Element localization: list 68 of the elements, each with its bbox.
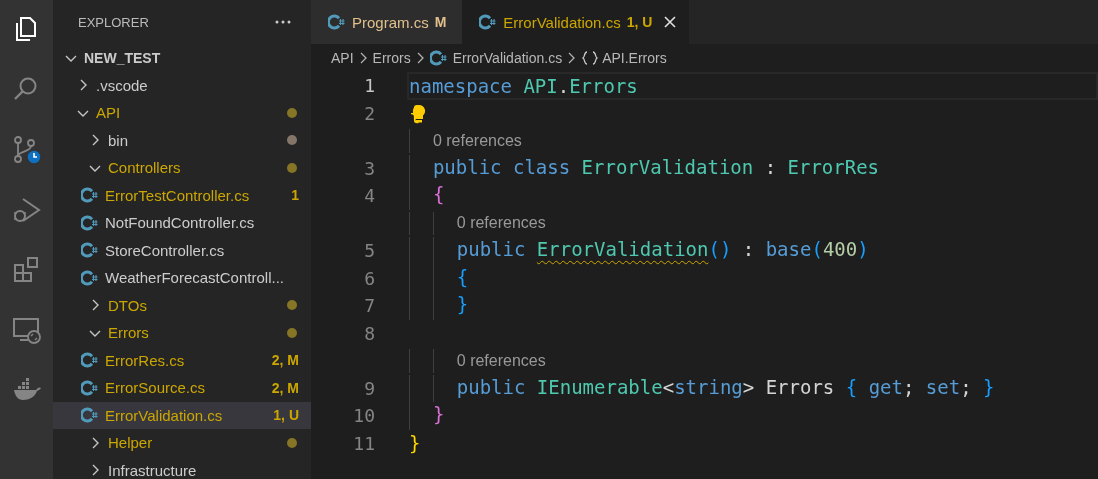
tree-item[interactable]: Helper bbox=[53, 429, 311, 457]
file-icon bbox=[81, 352, 98, 369]
line-number: 6 bbox=[363, 266, 375, 291]
editor-tab[interactable]: Program.cs M bbox=[311, 0, 463, 44]
tree-item[interactable]: ErrorTestController.cs 1 bbox=[53, 181, 311, 209]
file-icon bbox=[81, 269, 98, 286]
line-number: 2 bbox=[363, 101, 375, 126]
debug-icon[interactable] bbox=[11, 195, 42, 225]
status-label: 1 bbox=[291, 187, 299, 204]
tree-item[interactable]: .vscode bbox=[53, 71, 311, 99]
status-label: 2, M bbox=[271, 352, 299, 369]
line-number: 4 bbox=[363, 184, 375, 208]
tree-item[interactable]: StoreController.cs bbox=[53, 236, 311, 264]
tree-item[interactable]: ErrorRes.cs 2, M bbox=[53, 346, 311, 374]
line-number: 5 bbox=[363, 239, 375, 263]
file-icon bbox=[81, 407, 98, 424]
code-line: { bbox=[409, 182, 445, 210]
code-line: { bbox=[409, 264, 469, 292]
reference-count-link[interactable]: 0 references bbox=[432, 131, 522, 150]
code-line: } bbox=[409, 432, 421, 455]
tree-item[interactable]: NotFoundController.cs bbox=[53, 209, 311, 237]
tree-item[interactable]: ErrorSource.cs 2, M bbox=[53, 374, 311, 402]
code-line: public class ErrorValidation : ErrorRes bbox=[409, 154, 880, 182]
status-label: 1, U bbox=[273, 407, 299, 424]
tree-item[interactable]: API bbox=[53, 99, 311, 127]
breadcrumb-item[interactable]: ErrorValidation.cs bbox=[429, 50, 563, 66]
file-icon bbox=[81, 187, 98, 204]
file-icon bbox=[81, 214, 98, 231]
file-icon bbox=[81, 379, 98, 396]
line-number: 10 bbox=[352, 404, 375, 428]
status-label: 2, M bbox=[271, 379, 299, 396]
remote-explorer-icon[interactable] bbox=[11, 315, 42, 345]
source-control-icon[interactable] bbox=[11, 135, 42, 165]
tree-item[interactable]: bin bbox=[53, 126, 311, 154]
line-number: 9 bbox=[363, 376, 375, 401]
editor-tab[interactable]: ErrorValidation.cs 1, U bbox=[462, 0, 690, 44]
breadcrumb-item[interactable]: API bbox=[331, 50, 354, 66]
tree-item[interactable]: Controllers bbox=[53, 154, 311, 182]
code-line: namespace API.Errors bbox=[409, 74, 638, 97]
tree-item[interactable]: DTOs bbox=[53, 291, 311, 319]
braces-icon bbox=[581, 50, 600, 66]
breadcrumb-item[interactable]: Errors bbox=[372, 50, 411, 66]
line-number: 11 bbox=[352, 431, 375, 456]
line-number: 1 bbox=[363, 74, 375, 98]
code-line: } bbox=[409, 292, 469, 320]
tree-item[interactable]: Infrastructure bbox=[53, 456, 311, 479]
reference-count-link[interactable]: 0 references bbox=[456, 214, 546, 233]
file-icon bbox=[328, 14, 345, 30]
status-label: 1, U bbox=[626, 14, 653, 30]
code-line: } bbox=[409, 402, 445, 430]
tree-item[interactable]: WeatherForecastControll... bbox=[53, 264, 311, 292]
reference-count-link[interactable]: 0 references bbox=[456, 351, 546, 370]
panel-title: EXPLORER bbox=[78, 14, 149, 30]
line-number: 8 bbox=[363, 321, 375, 346]
tree-item[interactable]: NEW_TEST bbox=[53, 44, 311, 72]
file-icon bbox=[429, 50, 447, 66]
code-line: public IEnumerable<string> Errors { get; set; } bbox=[409, 374, 995, 402]
close-icon[interactable] bbox=[663, 15, 678, 29]
file-icon bbox=[81, 242, 98, 259]
status-label: M bbox=[434, 14, 447, 30]
tree-item[interactable]: ErrorValidation.cs 1, U bbox=[53, 401, 311, 429]
breadcrumb-item[interactable]: API.Errors bbox=[581, 50, 667, 66]
more-icon[interactable] bbox=[275, 20, 291, 24]
code-line: public ErrorValidation() : base(400) bbox=[409, 237, 869, 265]
tree-item[interactable]: Errors bbox=[53, 319, 311, 347]
file-icon bbox=[479, 14, 497, 30]
line-number: 7 bbox=[363, 294, 375, 318]
line-number: 3 bbox=[363, 156, 375, 181]
